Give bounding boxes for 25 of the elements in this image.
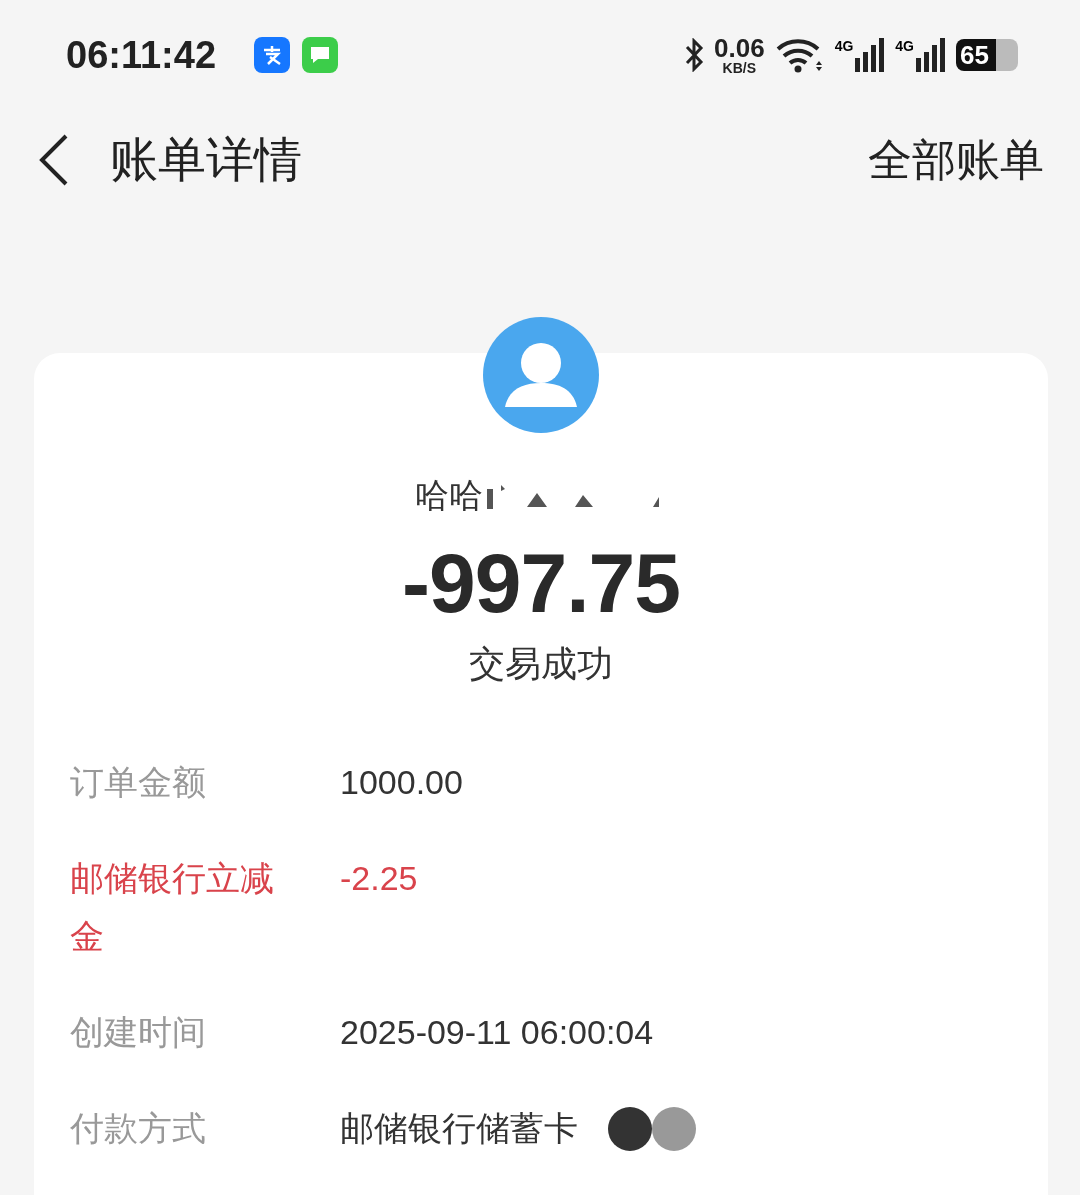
detail-value: -2.25 xyxy=(340,858,418,899)
amount: -997.75 xyxy=(401,535,681,632)
signal-icon xyxy=(855,38,886,72)
all-bills-link[interactable]: 全部账单 xyxy=(868,130,1044,190)
detail-value: 2025-09-11 06:00:04 xyxy=(340,1012,654,1053)
detail-label: 订单金额 xyxy=(70,761,207,804)
battery-level: 65 xyxy=(959,39,990,71)
detail-value: 邮储银行储蓄卡 xyxy=(340,1108,578,1149)
bluetooth-icon xyxy=(684,38,704,72)
detail-label: 邮储银行立减金 xyxy=(70,857,275,958)
payee-name: 哈哈 xyxy=(415,474,483,517)
signal-icon xyxy=(916,38,946,72)
status-time: 06:11:42 xyxy=(66,33,216,77)
network-speed-unit: KB/S xyxy=(722,61,757,75)
detail-value: 1000.00 xyxy=(340,762,463,803)
network-speed: 0.06 xyxy=(714,35,765,61)
network-type: 4G xyxy=(895,38,914,54)
page-title: 账单详情 xyxy=(110,130,302,189)
network-type: 4G xyxy=(834,38,854,54)
wifi-icon xyxy=(774,37,825,73)
detail-label: 创建时间 xyxy=(70,1011,207,1054)
detail-label: 付款方式 xyxy=(70,1107,207,1150)
transaction-status: 交易成功 xyxy=(468,642,614,686)
message-app-icon xyxy=(302,37,338,73)
payment-app-icon xyxy=(254,37,290,73)
